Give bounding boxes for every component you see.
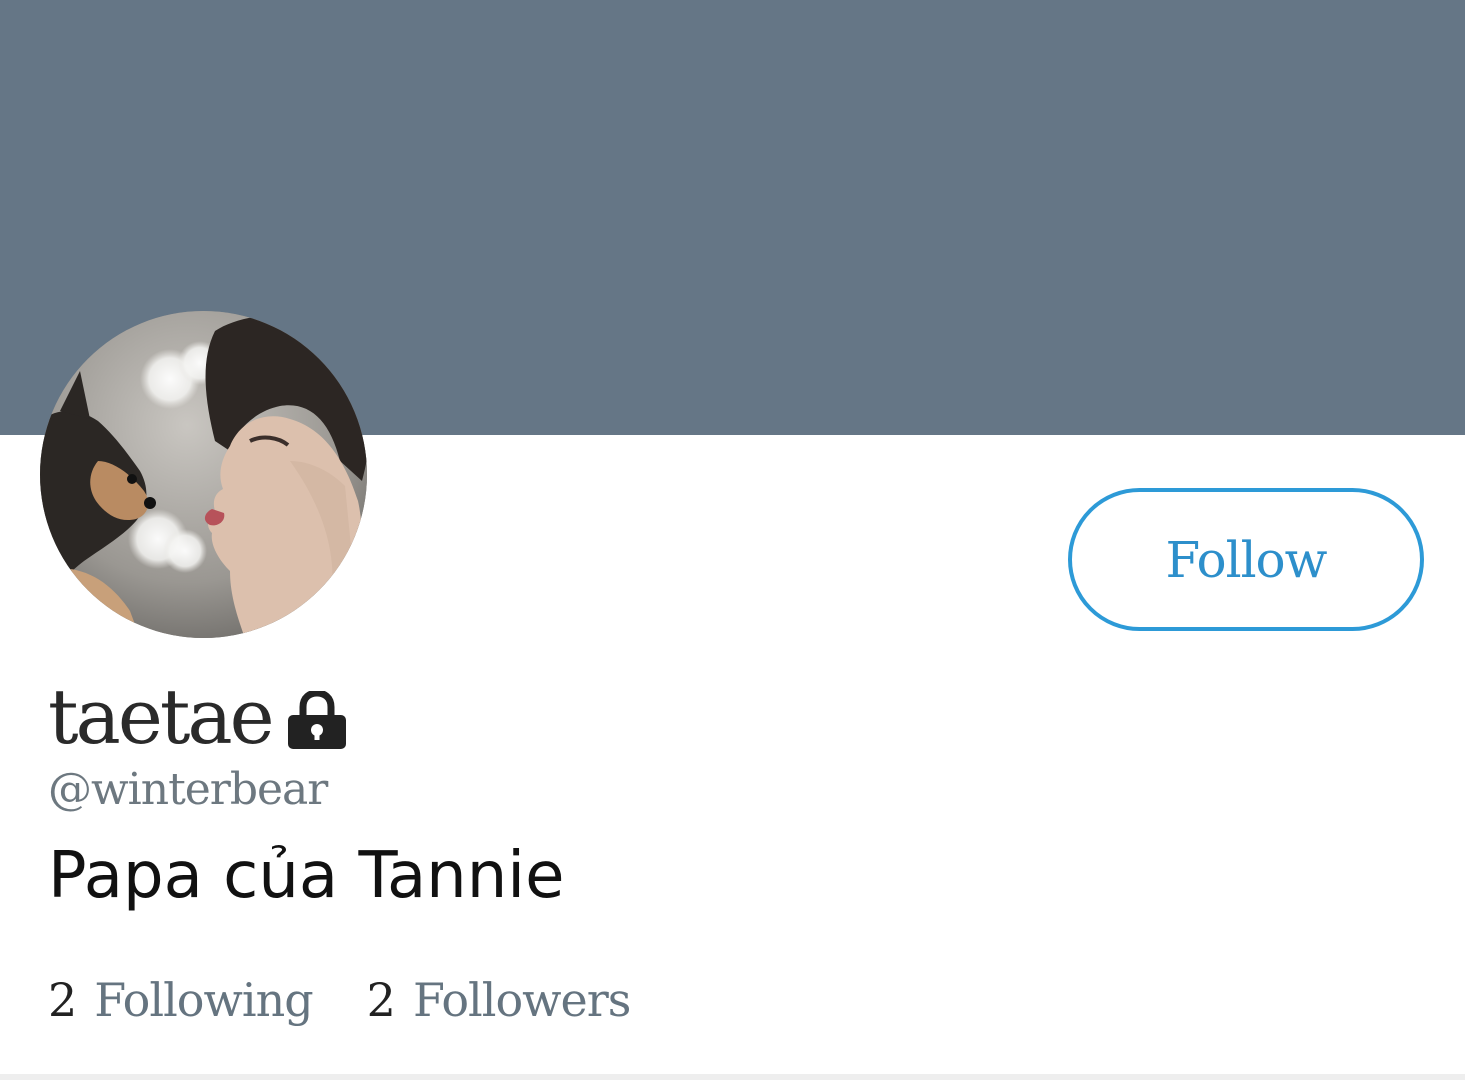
display-name: taetae [48,672,275,761]
profile-stats: 2 Following 2 Followers [48,970,632,1030]
lock-icon [287,691,346,749]
profile-handle: @winterbear [48,764,328,815]
display-name-row: taetae [48,672,348,762]
following-stat[interactable]: 2 Following [48,970,314,1030]
follow-button[interactable]: Follow [1068,488,1424,631]
following-count: 2 [48,973,77,1027]
followers-label: Followers [412,973,631,1027]
following-label: Following [94,973,313,1027]
profile-bio: Papa của Tannie [48,839,565,913]
followers-stat[interactable]: 2 Followers [366,970,632,1030]
avatar-photo [40,311,367,638]
profile-avatar[interactable] [40,311,367,638]
divider [0,1074,1465,1080]
followers-count: 2 [366,973,396,1027]
